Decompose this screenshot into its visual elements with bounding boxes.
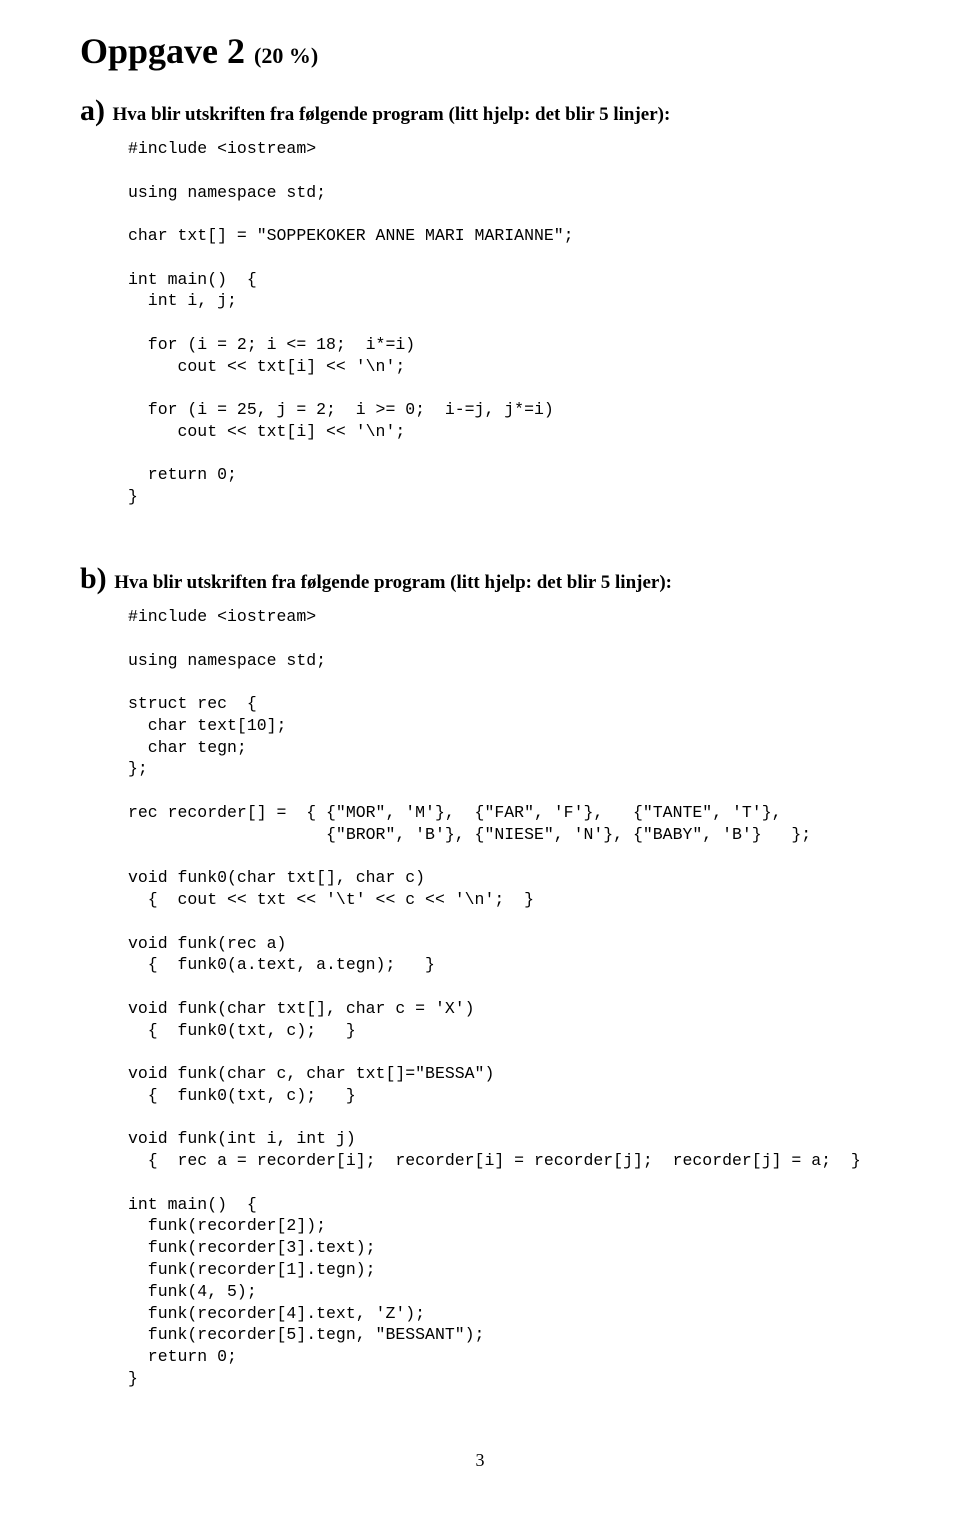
part-a-letter: a) [80,94,113,127]
part-a-heading: a) Hva blir utskriften fra følgende prog… [80,94,880,128]
page-content: Oppgave 2 (20 %) a) Hva blir utskriften … [0,0,960,1511]
title-main: Oppgave 2 [80,31,254,71]
part-b-heading: b) Hva blir utskriften fra følgende prog… [80,562,880,596]
part-b-letter: b) [80,562,114,595]
page-number: 3 [80,1450,880,1471]
part-b-prompt: Hva blir utskriften fra følgende program… [114,572,672,593]
part-a-prompt: Hva blir utskriften fra følgende program… [113,104,671,125]
title-weight: (20 %) [254,43,318,68]
part-b-code: #include <iostream> using namespace std;… [128,606,880,1390]
part-a-code: #include <iostream> using namespace std;… [128,138,880,508]
spacer [80,508,880,544]
task-title: Oppgave 2 (20 %) [80,30,880,72]
